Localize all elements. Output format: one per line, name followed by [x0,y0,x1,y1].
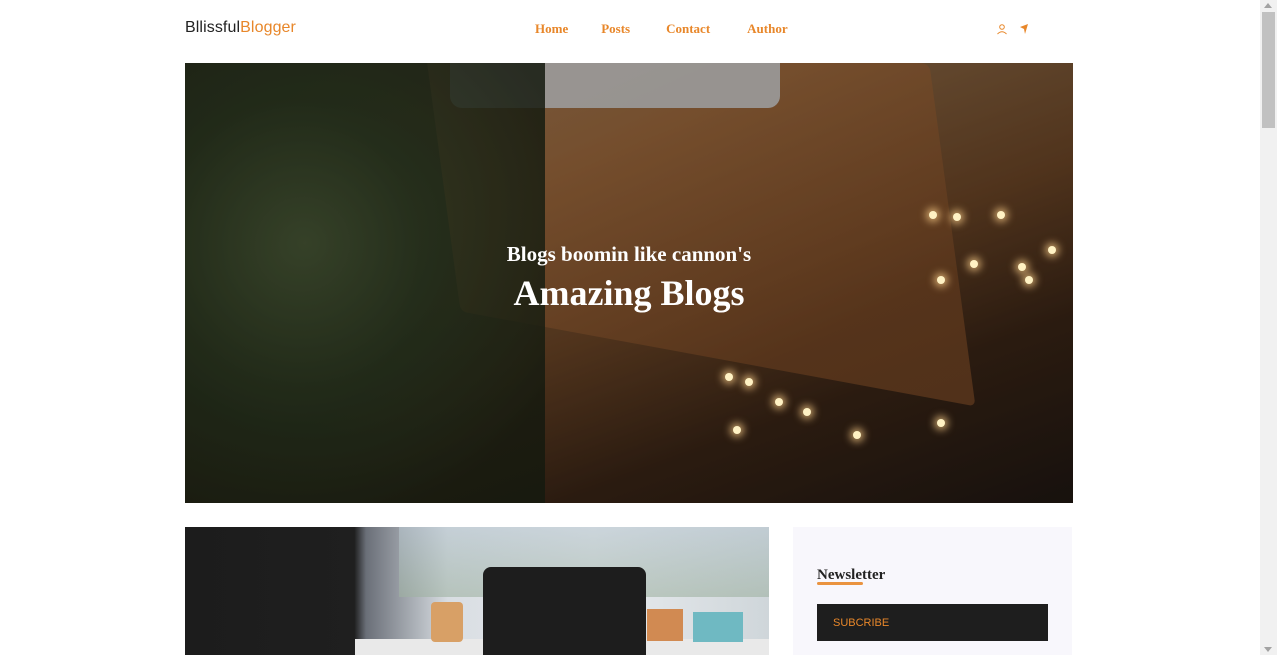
hero-subtitle: Blogs boomin like cannon's [506,242,752,266]
newsletter-title: Newsletter [817,567,886,583]
page-scrollbar[interactable] [1260,0,1277,655]
scroll-down-arrow-icon[interactable] [1264,647,1272,652]
send-icon[interactable] [1018,22,1030,34]
bokeh-light [937,419,945,427]
user-icon[interactable] [996,22,1008,35]
nav-author[interactable]: Author [747,21,787,37]
bokeh-light [997,211,1005,219]
bokeh-light [803,408,811,416]
header-icons [996,22,1030,35]
logo-part-2: Blogger [240,19,296,36]
plant-pot-shape [693,612,743,642]
bokeh-light [733,426,741,434]
hero-banner: Blogs boomin like cannon's Amazing Blogs [185,63,1073,503]
plant-pot-shape [431,602,463,642]
scrollbar-thumb[interactable] [1262,12,1275,128]
laptop-screen-shape [483,567,646,655]
bokeh-light [775,398,783,406]
bokeh-light [745,378,753,386]
plant-pot-shape [647,609,683,641]
bokeh-light [725,373,733,381]
site-header: BllissfulBlogger Home Posts Contact Auth… [0,0,1260,58]
bokeh-light [953,213,961,221]
scroll-up-arrow-icon[interactable] [1264,3,1272,8]
site-logo[interactable]: BllissfulBlogger [185,19,296,37]
bokeh-light [853,431,861,439]
nav-posts[interactable]: Posts [601,21,630,37]
sidebar-newsletter: Newsletter SUBCRIBE [793,527,1072,655]
bokeh-light [929,211,937,219]
featured-post-image[interactable] [185,527,769,655]
nav-home[interactable]: Home [535,21,568,37]
hero-title: Amazing Blogs [513,273,745,313]
nav-contact[interactable]: Contact [666,21,710,37]
main-nav: Home Posts Contact Author [535,21,788,37]
subscribe-button[interactable]: SUBCRIBE [817,604,1048,641]
logo-part-1: Bllissful [185,19,241,36]
